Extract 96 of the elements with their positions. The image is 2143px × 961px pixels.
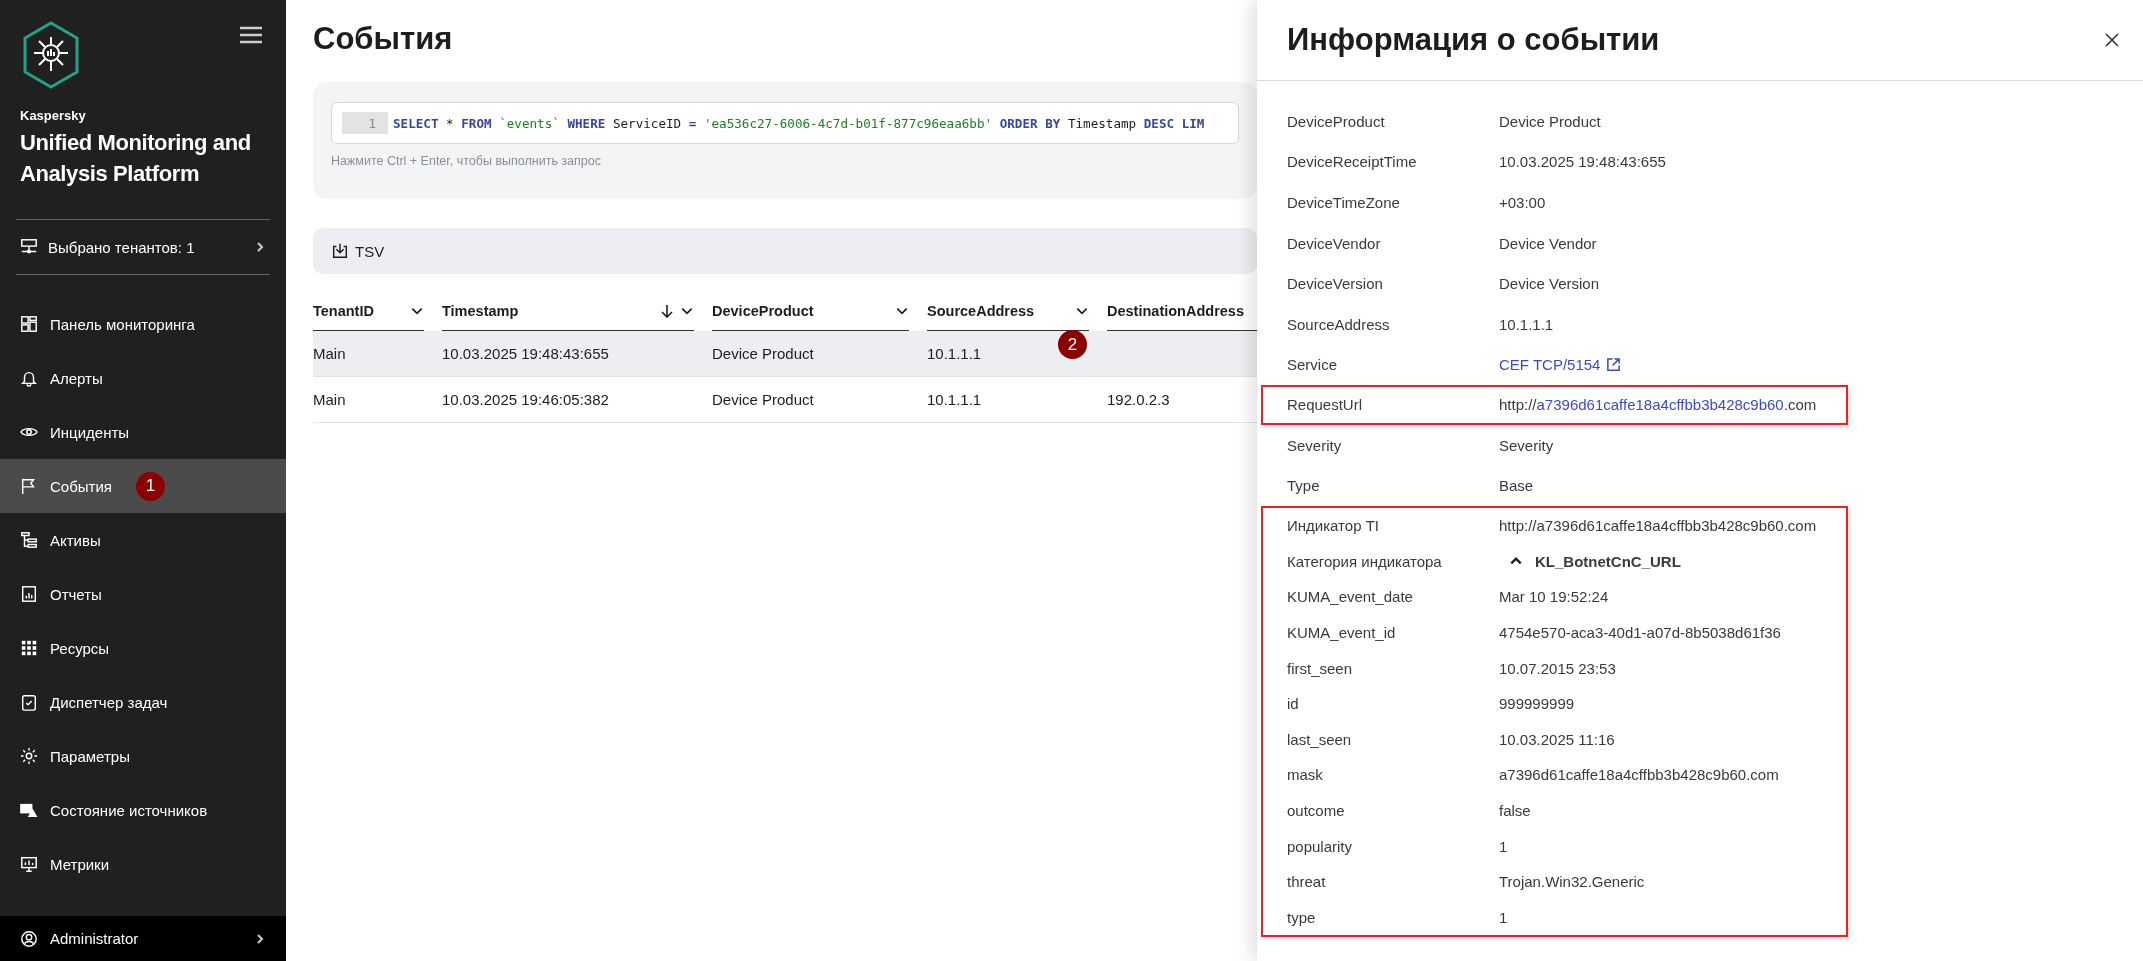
product-name: Unified Monitoring and Analysis Platform (20, 129, 252, 188)
annotation-badge: 1 (135, 471, 165, 501)
service-link[interactable]: CEF TCP/5154 (1499, 356, 1601, 374)
tree-list-icon (20, 531, 38, 549)
report-icon (20, 585, 38, 603)
table-cell: Device Product (712, 345, 814, 362)
annotation-badge: 2 (1058, 330, 1087, 359)
detail-label: SourceAddress (1287, 315, 1391, 333)
nav-item[interactable]: Параметры (0, 729, 286, 783)
detail-label: Type (1287, 477, 1321, 495)
detail-value: 10.03.2025 11:16 (1499, 730, 1616, 748)
chevron-right-icon (254, 932, 266, 945)
dashboard-icon (20, 315, 38, 333)
nav-item[interactable]: Инциденты (0, 405, 286, 459)
nav-item[interactable]: Отчеты (0, 567, 286, 621)
panel-title: Информация о событии (1287, 22, 1661, 58)
url-link[interactable]: a7396d61caffe18a4cffbb3b428c9b60 (1536, 396, 1784, 414)
detail-label: KUMA_event_date (1287, 588, 1414, 606)
grid-icon (20, 639, 38, 657)
table-cell: 10.03.2025 19:48:43:655 (442, 345, 609, 362)
detail-value: a7396d61caffe18a4cffbb3b428c9b60.com (1499, 766, 1780, 784)
detail-label: Severity (1287, 436, 1343, 454)
detail-label: type (1287, 908, 1317, 926)
nav-item[interactable]: Активы (0, 513, 286, 567)
detail-value: 4754e570-aca3-40d1-a07d-8b5038d61f36 (1499, 624, 1782, 641)
detail-label: mask (1287, 766, 1324, 784)
brand-name: Kaspersky (20, 108, 87, 123)
table-cell: 10.03.2025 19:46:05:382 (442, 391, 609, 408)
detail-label: first_seen (1287, 659, 1354, 677)
detail-value: Severity (1499, 436, 1554, 454)
detail-label: DeviceVendor (1287, 234, 1382, 252)
bell-icon (20, 369, 38, 387)
menu-icon[interactable] (240, 26, 262, 44)
detail-label: Индикатор TI (1287, 517, 1380, 535)
table-cell: Device Product (712, 391, 814, 408)
detail-value: Base (1499, 477, 1535, 495)
nav-item[interactable]: События 1 (0, 459, 286, 513)
user-icon (20, 929, 38, 948)
detail-label: Service (1287, 356, 1339, 374)
detail-value: 999999999 (1499, 695, 1576, 713)
detail-value: false (1499, 802, 1532, 819)
network-icon (20, 238, 38, 256)
detail-label: KUMA_event_id (1287, 624, 1397, 641)
user-menu[interactable]: Administrator (0, 916, 286, 961)
detail-label: RequestUrl (1287, 396, 1364, 414)
nav-item[interactable]: Состояние источников (0, 783, 286, 837)
nav-item[interactable]: Метрики (0, 837, 286, 891)
url-scheme: http:// (1499, 396, 1537, 414)
nav-item[interactable]: Алерты (0, 351, 286, 405)
detail-label: outcome (1287, 802, 1346, 819)
export-button[interactable]: TSV (331, 240, 385, 262)
detail-value: Mar 10 19:52:24 (1499, 588, 1610, 606)
flag-icon (20, 477, 38, 495)
monitor-icon (20, 855, 38, 873)
detail-value: Device Product (1499, 112, 1602, 130)
page-title: События (313, 20, 454, 58)
detail-label: id (1287, 695, 1300, 713)
table-cell: Main (313, 391, 346, 408)
table-cell: 10.1.1.1 (927, 391, 982, 408)
chevron-right-icon (254, 241, 266, 253)
table-cell: Main (313, 345, 346, 362)
nav-item[interactable]: Панель мониторинга (0, 297, 286, 351)
detail-label: threat (1287, 873, 1327, 891)
download-icon (331, 242, 349, 260)
settings-icon (20, 747, 38, 765)
nav-item[interactable]: Ресурсы (0, 621, 286, 675)
nav-item[interactable]: Диспетчер задач (0, 675, 286, 729)
detail-label: popularity (1287, 837, 1354, 855)
detail-label: Категория индикатора (1287, 552, 1443, 570)
query-editor[interactable]: 1 SELECT * FROM `events` WHERE ServiceID = 'ea536c27-6006-4c7d-b01f-877c96eaa6bb' ORDER BY Timestamp DESC LIM (331, 102, 1239, 144)
detail-label: DeviceTimeZone (1287, 194, 1401, 211)
detail-label: last_seen (1287, 730, 1353, 748)
detail-value: Device Version (1499, 275, 1601, 293)
table-cell: 10.1.1.1 (927, 345, 982, 362)
query-hint: Нажмите Ctrl + Enter, чтобы выполнить запрос (331, 154, 602, 168)
detail-value: 10.1.1.1 (1499, 315, 1555, 333)
detail-value: 1 (1499, 908, 1509, 926)
category-value: KL_BotnetCnC_URL (1535, 552, 1681, 570)
detail-value: 10.03.2025 19:48:43:655 (1499, 153, 1666, 171)
url-suffix: .com (1783, 396, 1817, 414)
line-number: 1 (342, 112, 388, 134)
external-link-icon[interactable] (1606, 357, 1622, 373)
detail-label: DeviceReceiptTime (1287, 153, 1418, 171)
detail-value: http://a7396d61caffe18a4cffbb3b428c9b60.com (1499, 517, 1817, 535)
sort-down-icon[interactable] (660, 304, 674, 318)
clipboard-check-icon (20, 693, 38, 711)
detail-value: Trojan.Win32.Generic (1499, 873, 1646, 891)
detail-label: DeviceVersion (1287, 275, 1384, 293)
detail-value: 10.07.2015 23:53 (1499, 659, 1617, 677)
detail-value: 1 (1499, 837, 1509, 855)
table-cell: 192.0.2.3 (1107, 391, 1170, 408)
server-warning-icon (20, 801, 38, 819)
detail-value: Device Vendor (1499, 234, 1598, 252)
detail-value: +03:00 (1499, 194, 1547, 211)
detail-label: DeviceProduct (1287, 112, 1386, 130)
tenant-selector[interactable]: Выбрано тенантов: 1 (16, 219, 270, 275)
